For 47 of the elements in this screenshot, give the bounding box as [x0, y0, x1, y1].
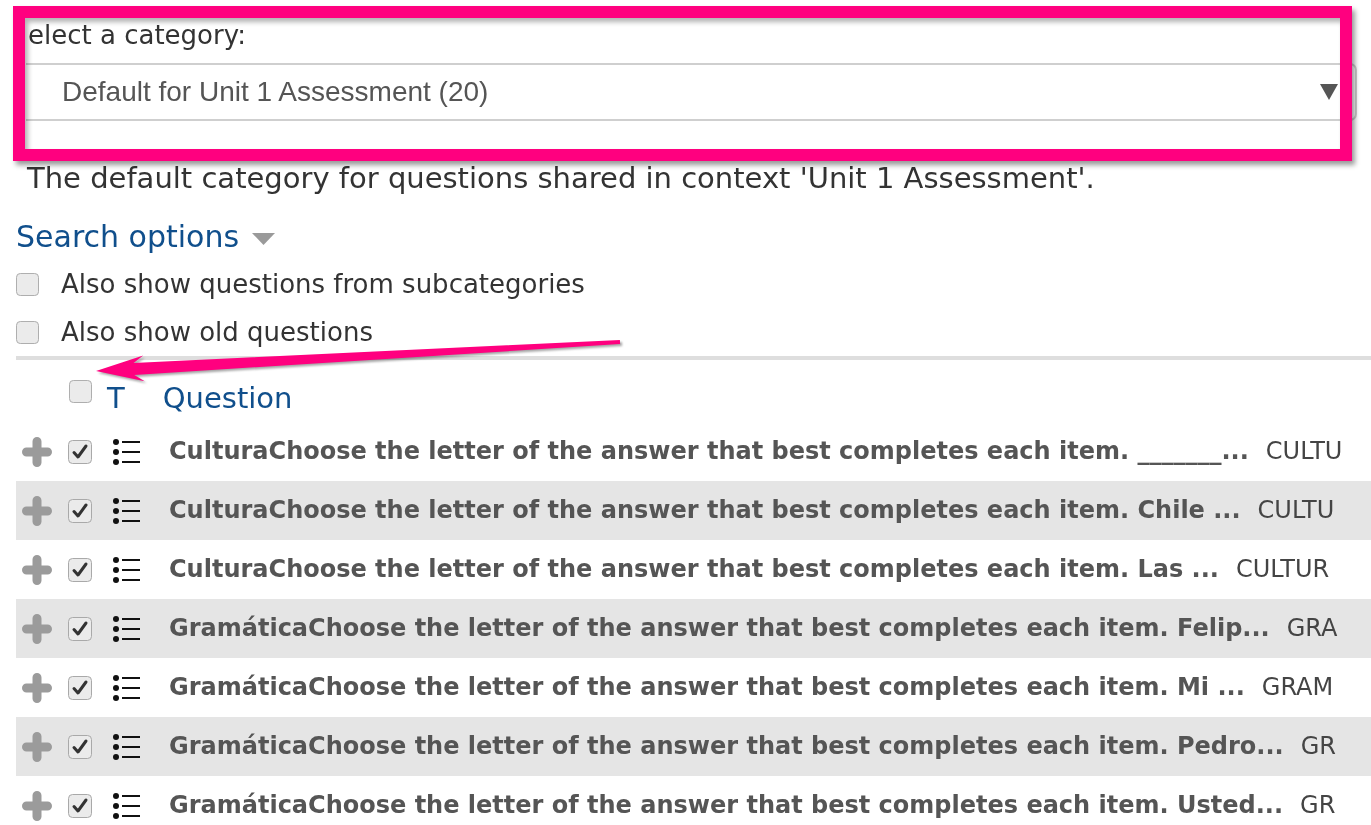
option-label: Also show questions from subcategories [61, 269, 585, 299]
checkbox[interactable] [68, 675, 92, 700]
checkbox[interactable] [16, 320, 39, 344]
checkbox[interactable] [69, 379, 92, 403]
question-text: GramáticaChoose the letter of the answer that best completes each item. Pedro... [169, 733, 1284, 760]
checkbox[interactable] [68, 793, 92, 818]
category-text: GRAM [1261, 674, 1334, 701]
question-text: GramáticaChoose the letter of the answer that best completes each item. Usted... [169, 792, 1284, 819]
category-text: GR [1300, 792, 1336, 819]
category-text: CULTUR [1235, 556, 1330, 583]
question-text: GramáticaChoose the letter of the answer that best completes each item. Felip... [169, 615, 1270, 642]
question-text: CulturaChoose the letter of the answer that best completes each item. Las ... [169, 556, 1219, 583]
plus-icon[interactable] [22, 436, 52, 467]
checkbox[interactable] [68, 557, 92, 582]
question-text: CulturaChoose the letter of the answer that best completes each item. _______... [169, 438, 1249, 465]
list-icon [113, 674, 140, 701]
category-description: The default category for questions shared in context 'Unit 1 Assessment'. [27, 160, 1095, 196]
list-icon [113, 615, 140, 642]
list-icon [113, 733, 140, 760]
caret-down-icon [1320, 84, 1338, 100]
category-text: CULTU [1257, 497, 1335, 524]
plus-icon[interactable] [22, 672, 52, 703]
list-icon [113, 556, 140, 583]
category-text: CULTU [1265, 438, 1343, 465]
list-icon [113, 497, 140, 524]
checkbox[interactable] [68, 616, 92, 641]
checkbox[interactable] [68, 439, 92, 464]
checkbox[interactable] [68, 734, 92, 759]
field-label: elect a category: [28, 19, 246, 52]
plus-icon[interactable] [22, 731, 52, 762]
plus-icon[interactable] [22, 613, 52, 644]
column-header[interactable]: T [107, 383, 125, 413]
checkbox[interactable] [68, 498, 92, 523]
list-icon [113, 792, 140, 819]
list-icon [113, 438, 140, 465]
category-text: GRA [1286, 615, 1338, 642]
category-text: GR [1300, 733, 1336, 760]
search-options-link[interactable]: Search options [16, 219, 240, 255]
question-text: CulturaChoose the letter of the answer that best completes each item. Chile ... [169, 497, 1241, 524]
plus-icon[interactable] [22, 495, 52, 526]
plus-icon[interactable] [22, 554, 52, 585]
question-text: GramáticaChoose the letter of the answer that best completes each item. Mi ... [169, 674, 1245, 701]
plus-icon[interactable] [22, 790, 52, 821]
column-header[interactable]: Question [162, 383, 293, 413]
option-label: Also show old questions [61, 317, 373, 347]
category-select[interactable]: Default for Unit 1 Assessment (20) [26, 63, 1357, 121]
checkbox[interactable] [16, 272, 39, 296]
